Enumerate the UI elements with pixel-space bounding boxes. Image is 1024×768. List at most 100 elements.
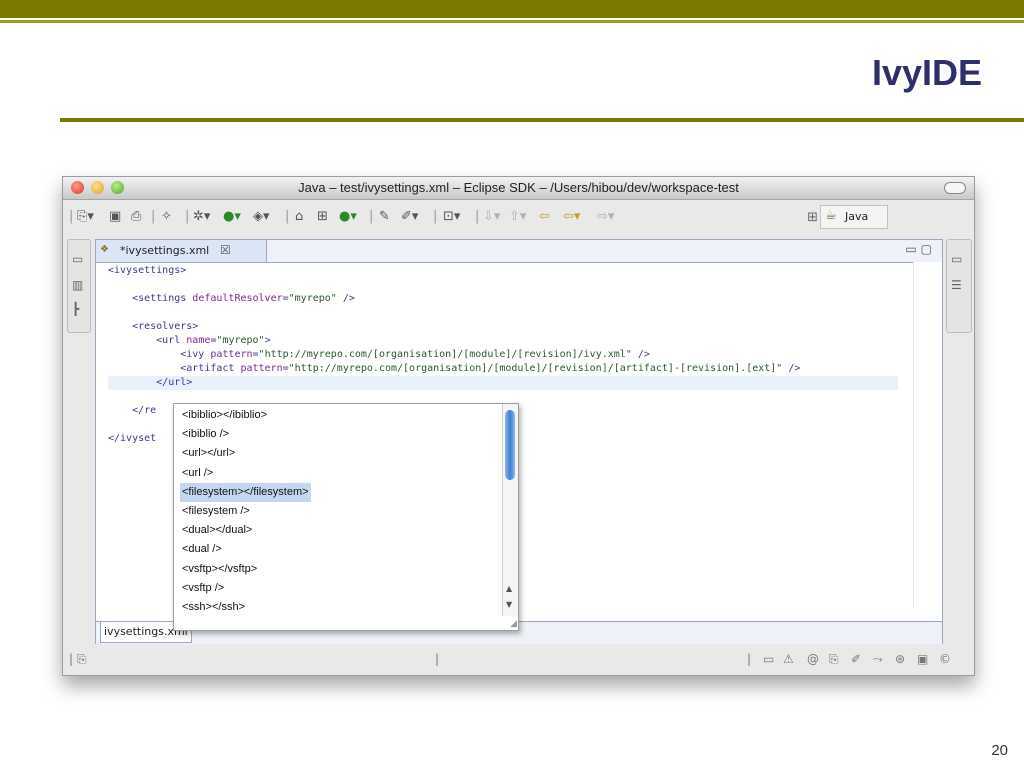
new-icon[interactable]: ⎘▾	[77, 209, 94, 225]
toolbar-separator: |	[475, 209, 480, 224]
run-icon[interactable]: ●▾	[223, 209, 241, 225]
slide-top-rule	[0, 20, 1024, 23]
eclipse-window: Java – test/ivysettings.xml – Eclipse SD…	[62, 176, 975, 676]
toolbar-separator: |	[69, 652, 74, 666]
open-perspective-icon[interactable]: ⊞	[807, 210, 818, 225]
tab-ivysettings[interactable]: ❖ *ivysettings.xml ☒	[96, 240, 267, 262]
new-package-icon[interactable]: ⊞	[317, 209, 328, 225]
code-token: "http://myrepo.com/[organisation]/[modul…	[288, 363, 783, 374]
code-token: pattern	[240, 363, 283, 374]
annotation-icon[interactable]: ⊡▾	[443, 209, 460, 225]
proposal-item[interactable]: <ssh></ssh>	[180, 598, 247, 617]
save-icon[interactable]: ▣	[109, 209, 121, 225]
new-class-icon[interactable]: ●▾	[339, 209, 357, 225]
problems-icon[interactable]: ⚠	[783, 652, 794, 666]
toolbar-separator: |	[747, 652, 752, 666]
console-icon[interactable]: ▣	[917, 652, 928, 666]
code-token: <ivysettings>	[108, 265, 187, 276]
perspective-label: Java	[845, 210, 869, 223]
scroll-thumb[interactable]	[505, 410, 515, 480]
fast-view-icon[interactable]: ⎘	[77, 652, 87, 667]
declaration-icon[interactable]: ⎘	[829, 652, 839, 667]
proposal-item[interactable]: <url></url>	[180, 444, 237, 463]
scroll-up-icon[interactable]: ▲	[506, 584, 512, 593]
java-perspective-icon: ☕	[825, 208, 837, 223]
toolbar-toggle-button[interactable]	[944, 182, 966, 194]
code-token: <resolvers>	[108, 321, 199, 332]
editor-scrollbar[interactable]	[913, 262, 942, 608]
right-view-dock: ▭ ☰	[946, 239, 972, 333]
last-edit-location-icon[interactable]: ⇦	[539, 209, 550, 225]
proposal-item[interactable]: <vsftp />	[180, 579, 226, 598]
scroll-down-icon[interactable]: ▼	[506, 600, 512, 609]
open-type-icon[interactable]: ✎	[379, 209, 390, 225]
new-java-project-icon[interactable]: ⌂	[295, 209, 303, 225]
code-token: <settings	[108, 293, 193, 304]
code-token: "myrepo"	[216, 335, 265, 346]
hierarchy-icon[interactable]: ┣	[72, 302, 79, 316]
left-view-dock: ▭ ▥ ┣	[67, 239, 91, 333]
search-icon[interactable]: ✐▾	[401, 209, 418, 225]
window-title: Java – test/ivysettings.xml – Eclipse SD…	[298, 180, 739, 195]
toolbar-separator: |	[185, 209, 190, 224]
code-line: </re	[108, 404, 156, 418]
restore-icon[interactable]: ▭	[951, 252, 962, 266]
code-token: </url>	[108, 377, 193, 388]
code-line: <ivy pattern="http://myrepo.com/[organis…	[108, 348, 650, 362]
slide-top-band	[0, 0, 1024, 18]
error-log-icon[interactable]: ⊛	[895, 652, 905, 666]
title-rule	[60, 118, 1024, 122]
proposal-item[interactable]: <dual></dual>	[180, 521, 254, 540]
code-line: <resolvers>	[108, 320, 198, 334]
print-icon[interactable]: ⎙	[131, 209, 141, 225]
proposal-item[interactable]: <url />	[180, 464, 215, 483]
javadoc-icon[interactable]: @	[807, 652, 819, 666]
code-line: <settings defaultResolver="myrepo" />	[108, 292, 355, 306]
proposal-item[interactable]: <filesystem></filesystem>	[180, 482, 311, 502]
xml-file-icon: ❖	[100, 244, 109, 255]
code-token: <url	[108, 335, 187, 346]
code-token: </re	[108, 405, 157, 416]
package-explorer-icon[interactable]: ▥	[72, 278, 83, 292]
progress-icon[interactable]: ⤳	[873, 652, 883, 667]
code-line: <artifact pattern="http://myrepo.com/[or…	[108, 362, 800, 376]
previous-annotation-icon[interactable]: ⇧▾	[509, 209, 526, 225]
resize-grip-icon[interactable]: ◢	[510, 619, 517, 629]
debug-icon[interactable]: ✲▾	[193, 209, 210, 225]
code-token: defaultResolver	[192, 293, 283, 304]
outline-icon[interactable]: ☰	[951, 278, 962, 292]
code-token: "myrepo"	[288, 293, 337, 304]
code-token: >	[264, 335, 271, 346]
proposal-item[interactable]: <filesystem />	[180, 502, 252, 521]
external-tools-icon[interactable]: ◈▾	[253, 209, 270, 225]
close-icon[interactable]: ☒	[220, 243, 231, 257]
code-token: name	[186, 335, 211, 346]
proposal-scrollbar[interactable]: ▲ ▼	[502, 404, 518, 616]
title-bar: Java – test/ivysettings.xml – Eclipse SD…	[63, 177, 974, 200]
next-annotation-icon[interactable]: ⇩▾	[483, 209, 500, 225]
perspective-switcher[interactable]: ☕ Java	[820, 205, 888, 229]
proposal-item[interactable]: <dual />	[180, 540, 224, 559]
editor-tab-strip: ❖ *ivysettings.xml ☒ ▭▢	[96, 240, 942, 263]
code-token: />	[782, 363, 801, 374]
tab-label: *ivysettings.xml	[120, 244, 210, 257]
status-bar: | ⎘ | | ▭ ⚠ @ ⎘ ✐ ⤳ ⊛ ▣ ©	[63, 647, 974, 673]
minimize-maximize-icon[interactable]: ▭▢	[905, 242, 936, 256]
search-results-icon[interactable]: ✐	[851, 652, 861, 666]
code-token: "http://myrepo.com/[organisation]/[modul…	[258, 349, 632, 360]
back-icon[interactable]: ⇦▾	[563, 209, 580, 225]
proposal-item[interactable]: <vsftp></vsftp>	[180, 560, 259, 579]
ivy-console-icon[interactable]: ©	[939, 652, 951, 666]
page-number: 20	[991, 742, 1008, 759]
proposal-item[interactable]: <ibiblio></ibiblio>	[180, 406, 269, 425]
restore-icon[interactable]: ▭	[72, 252, 83, 266]
code-line: </url>	[108, 376, 898, 390]
code-line: </ivyset	[108, 432, 156, 446]
code-token: />	[631, 349, 650, 360]
proposal-item[interactable]: <ibiblio />	[180, 425, 231, 444]
toolbar-separator: |	[69, 209, 74, 224]
forward-icon[interactable]: ⇨▾	[597, 209, 614, 225]
ivy-resolve-icon[interactable]: ✧	[161, 209, 172, 225]
code-line: <url name="myrepo">	[108, 334, 271, 348]
restore-icon[interactable]: ▭	[763, 652, 774, 666]
